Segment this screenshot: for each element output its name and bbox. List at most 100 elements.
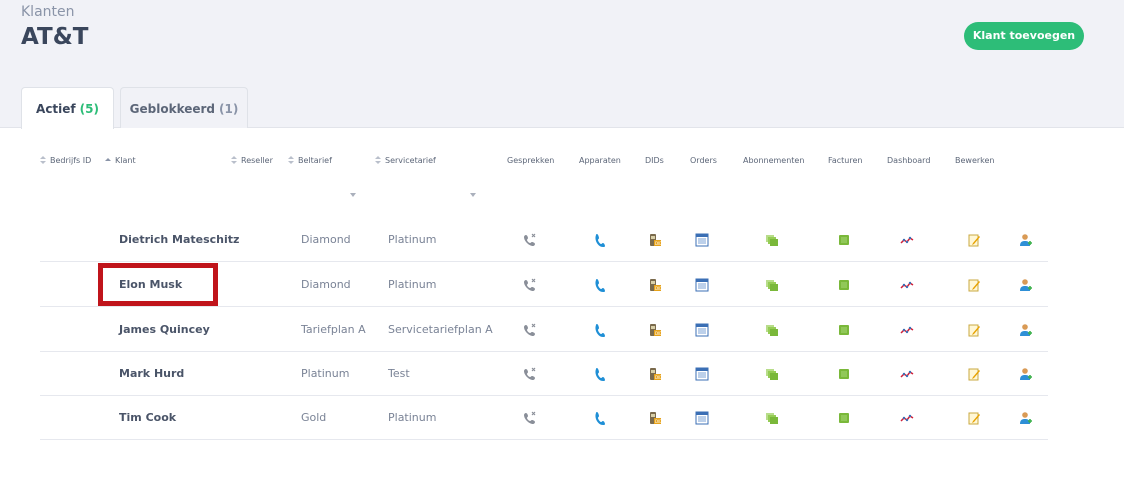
table-row: James Quincey Tariefplan A Servicetariefpl…	[40, 308, 1048, 352]
column-header-klant[interactable]: Klant	[105, 156, 136, 165]
edit-icon[interactable]	[967, 411, 981, 425]
column-label: Klant	[115, 156, 136, 165]
svg-text:DID: DID	[655, 331, 662, 336]
page-title: AT&T	[21, 24, 89, 50]
subscriptions-icon[interactable]	[765, 278, 779, 292]
customer-name-link[interactable]: James Quincey	[119, 323, 210, 337]
table-row: Elon Musk Diamond Platinum DID	[40, 263, 1048, 307]
table-row: Mark Hurd Platinum Test DID	[40, 352, 1048, 396]
svg-text:DID: DID	[655, 241, 662, 246]
table-row: Dietrich Mateschitz Diamond Platinum DID	[40, 218, 1048, 262]
beltarief-cell: Platinum	[301, 367, 350, 380]
invoices-icon[interactable]	[837, 323, 851, 337]
orders-icon[interactable]	[695, 233, 709, 247]
customer-name-link[interactable]: Mark Hurd	[119, 367, 184, 381]
phone-icon[interactable]	[593, 323, 607, 337]
phone-icon[interactable]	[593, 411, 607, 425]
dashboard-icon[interactable]	[900, 233, 914, 247]
orders-icon[interactable]	[695, 411, 709, 425]
user-icon[interactable]	[1019, 323, 1033, 337]
edit-icon[interactable]	[967, 367, 981, 381]
did-icon[interactable]: DID	[648, 367, 662, 381]
user-icon[interactable]	[1019, 411, 1033, 425]
column-label: Servicetarief	[385, 156, 436, 165]
customer-name-link[interactable]: Tim Cook	[119, 411, 176, 425]
dashboard-icon[interactable]	[900, 367, 914, 381]
customer-name-link[interactable]: Elon Musk	[119, 278, 182, 292]
invoices-icon[interactable]	[837, 233, 851, 247]
subscriptions-icon[interactable]	[765, 323, 779, 337]
invoices-icon[interactable]	[837, 411, 851, 425]
svg-text:DID: DID	[655, 419, 662, 424]
call-history-icon[interactable]	[523, 233, 537, 247]
column-header-bedrijfs-id[interactable]: Bedrijfs ID	[40, 156, 91, 165]
dashboard-icon[interactable]	[900, 323, 914, 337]
column-header-gesprekken: Gesprekken	[507, 156, 555, 165]
column-header-orders: Orders	[690, 156, 717, 165]
sort-icon	[375, 156, 381, 165]
call-history-icon[interactable]	[523, 367, 537, 381]
column-label: Bedrijfs ID	[50, 156, 92, 165]
subscriptions-icon[interactable]	[765, 367, 779, 381]
tab-count: (1)	[219, 102, 239, 116]
tab-count: (5)	[79, 102, 99, 116]
breadcrumb[interactable]: Klanten	[21, 4, 75, 20]
beltarief-cell: Diamond	[301, 278, 351, 291]
did-icon[interactable]: DID	[648, 411, 662, 425]
column-header-bewerken: Bewerken	[955, 156, 995, 165]
beltarief-cell: Gold	[301, 411, 327, 424]
sort-icon	[288, 156, 294, 165]
tab-actief[interactable]: Actief (5)	[21, 87, 114, 129]
column-header-dids: DIDs	[645, 156, 664, 165]
dashboard-icon[interactable]	[900, 411, 914, 425]
user-icon[interactable]	[1019, 367, 1033, 381]
orders-icon[interactable]	[695, 323, 709, 337]
user-icon[interactable]	[1019, 233, 1033, 247]
phone-icon[interactable]	[593, 278, 607, 292]
user-icon[interactable]	[1019, 278, 1033, 292]
subscriptions-icon[interactable]	[765, 411, 779, 425]
invoices-icon[interactable]	[837, 278, 851, 292]
servicetarief-cell: Platinum	[388, 411, 437, 424]
beltarief-cell: Tariefplan A	[301, 323, 366, 336]
phone-icon[interactable]	[593, 233, 607, 247]
sort-icon	[231, 156, 237, 165]
servicetarief-cell: Test	[388, 367, 410, 380]
column-label: Reseller	[241, 156, 273, 165]
svg-text:DID: DID	[655, 286, 662, 291]
column-header-facturen: Facturen	[828, 156, 863, 165]
invoices-icon[interactable]	[837, 367, 851, 381]
svg-text:DID: DID	[655, 375, 662, 380]
column-header-beltarief[interactable]: Beltarief	[288, 156, 332, 165]
call-history-icon[interactable]	[523, 323, 537, 337]
tab-geblokkeerd[interactable]: Geblokkeerd (1)	[120, 87, 248, 128]
servicetarief-filter-dropdown-icon[interactable]	[470, 193, 476, 197]
subscriptions-icon[interactable]	[765, 233, 779, 247]
add-customer-button[interactable]: Klant toevoegen	[964, 22, 1084, 50]
orders-icon[interactable]	[695, 367, 709, 381]
call-history-icon[interactable]	[523, 278, 537, 292]
call-history-icon[interactable]	[523, 411, 537, 425]
orders-icon[interactable]	[695, 278, 709, 292]
edit-icon[interactable]	[967, 323, 981, 337]
dashboard-icon[interactable]	[900, 278, 914, 292]
servicetarief-cell: Platinum	[388, 278, 437, 291]
sort-ascending-icon	[105, 156, 111, 165]
did-icon[interactable]: DID	[648, 278, 662, 292]
phone-icon[interactable]	[593, 367, 607, 381]
customer-name-link[interactable]: Dietrich Mateschitz	[119, 233, 239, 247]
servicetarief-cell: Servicetariefplan A	[388, 323, 493, 336]
column-header-abonnementen: Abonnementen	[743, 156, 805, 165]
column-header-reseller[interactable]: Reseller	[231, 156, 273, 165]
column-header-servicetarief[interactable]: Servicetarief	[375, 156, 436, 165]
page-header: Klanten AT&T Klant toevoegen Actief (5) G…	[0, 0, 1124, 129]
did-icon[interactable]: DID	[648, 323, 662, 337]
sort-icon	[40, 156, 46, 165]
edit-icon[interactable]	[967, 278, 981, 292]
beltarief-filter-dropdown-icon[interactable]	[350, 193, 356, 197]
did-icon[interactable]: DID	[648, 233, 662, 247]
edit-icon[interactable]	[967, 233, 981, 247]
table-row: Tim Cook Gold Platinum DID	[40, 396, 1048, 440]
tab-label: Actief	[36, 102, 76, 116]
column-header-dashboard: Dashboard	[887, 156, 931, 165]
